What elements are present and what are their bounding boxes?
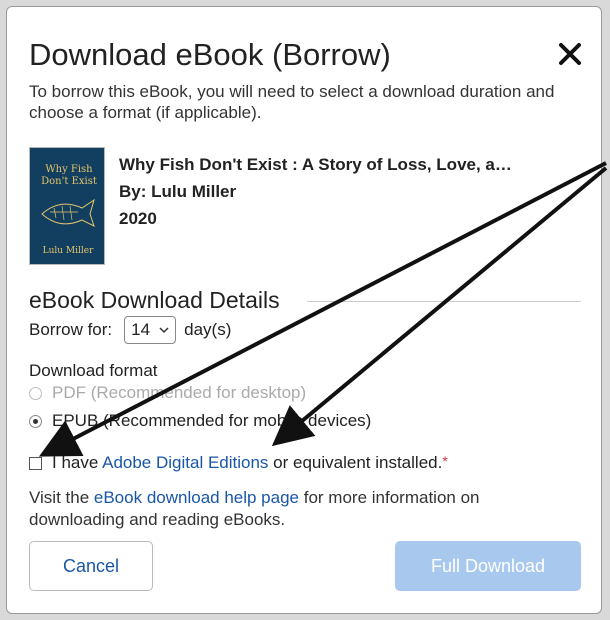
adobe-digital-editions-link[interactable]: Adobe Digital Editions xyxy=(102,453,268,472)
ade-confirm-prefix: I have xyxy=(52,453,103,472)
book-cover: Why Fish Don't Exist Lulu Miller xyxy=(29,147,105,265)
help-text: Visit the eBook download help page for m… xyxy=(29,487,569,531)
borrow-label: Borrow for: xyxy=(29,320,113,339)
borrow-duration-select[interactable]: 14 xyxy=(124,316,177,344)
borrow-duration-value: 14 xyxy=(131,320,151,339)
download-dialog: Download eBook (Borrow) To borrow this e… xyxy=(6,6,602,614)
fish-illustration-icon xyxy=(41,198,95,227)
dialog-intro: To borrow this eBook, you will need to s… xyxy=(29,82,555,122)
borrow-row: Borrow for: 14 day(s) xyxy=(29,314,231,346)
borrow-unit: day(s) xyxy=(184,320,232,339)
ebook-help-link[interactable]: eBook download help page xyxy=(94,488,299,507)
pdf-radio[interactable] xyxy=(29,386,42,400)
chevron-down-icon xyxy=(159,327,169,334)
ade-confirm-row: I have Adobe Digital Editions or equival… xyxy=(29,453,448,473)
book-title: Why Fish Don't Exist : A Story of Loss, … xyxy=(119,155,512,174)
ade-confirm-suffix: or equivalent installed. xyxy=(268,453,443,472)
section-divider xyxy=(307,301,581,302)
ade-confirm-text: I have Adobe Digital Editions or equival… xyxy=(52,453,448,473)
required-mark: * xyxy=(442,453,448,469)
book-author: By: Lulu Miller xyxy=(119,182,237,201)
full-download-button[interactable]: Full Download xyxy=(395,541,581,591)
dialog-title: Download eBook (Borrow) xyxy=(29,37,391,72)
book-year: 2020 xyxy=(119,209,157,228)
epub-label: EPUB (Recommended for mobile devices) xyxy=(52,411,372,430)
cover-title: Why Fish Don't Exist xyxy=(41,164,97,187)
format-option-epub[interactable]: EPUB (Recommended for mobile devices) xyxy=(29,411,371,431)
cover-author: Lulu Miller xyxy=(42,246,94,256)
cancel-button[interactable]: Cancel xyxy=(29,541,153,591)
book-info: Why Fish Don't Exist : A Story of Loss, … xyxy=(119,151,512,232)
close-icon[interactable] xyxy=(553,37,587,71)
format-label: Download format xyxy=(29,361,158,380)
help-prefix: Visit the xyxy=(29,488,94,507)
format-option-pdf[interactable]: PDF (Recommended for desktop) xyxy=(29,383,306,403)
ade-confirm-checkbox[interactable] xyxy=(29,456,42,470)
details-heading: eBook Download Details xyxy=(29,287,280,313)
epub-radio[interactable] xyxy=(29,414,42,428)
pdf-label: PDF (Recommended for desktop) xyxy=(52,383,307,402)
